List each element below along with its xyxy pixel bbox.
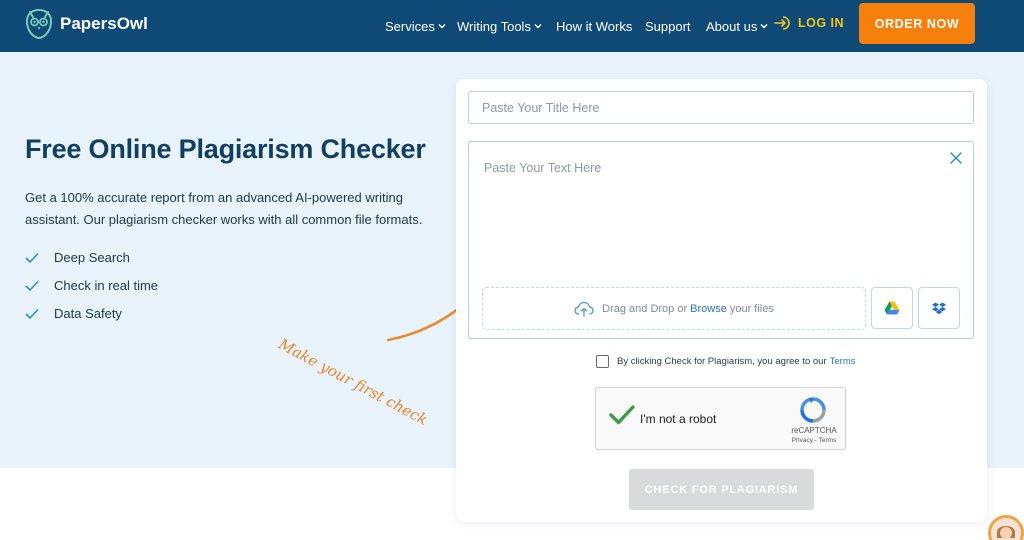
terms-link[interactable]: Terms [830, 356, 856, 367]
file-dropzone[interactable]: Drag and Drop or Browse your files [482, 287, 866, 330]
terms-checkbox[interactable] [596, 355, 609, 368]
google-drive-button[interactable] [871, 287, 913, 329]
nav-how-it-works-label: How it Works [556, 18, 633, 34]
dropbox-button[interactable] [918, 287, 960, 329]
drop-prefix: Drag and Drop or [602, 302, 688, 315]
feature-item: Deep Search [25, 250, 130, 265]
recaptcha-icon [800, 397, 826, 423]
brand-logo[interactable]: PapersOwl [24, 8, 148, 40]
nav-services[interactable]: Services [385, 0, 446, 52]
page-title: Free Online Plagiarism Checker [25, 134, 426, 164]
upload-cloud-icon [574, 301, 594, 317]
nav-writing-tools-label: Writing Tools [457, 18, 531, 34]
feature-item: Data Safety [25, 306, 122, 321]
check-icon[interactable] [609, 404, 635, 426]
support-agent-avatar-icon [991, 518, 1021, 540]
nav-about-us-label: About us [706, 18, 758, 34]
owl-logo-icon [25, 8, 53, 40]
chat-avatar[interactable] [988, 515, 1024, 540]
title-input[interactable] [468, 91, 974, 124]
nav-support[interactable]: Support [645, 0, 691, 52]
brand-name: PapersOwl [60, 14, 148, 33]
recaptcha-links[interactable]: Privacy - Terms [786, 437, 842, 444]
nav-support-label: Support [645, 18, 691, 34]
terms-text: By clicking Check for Plagiarism, you ag… [617, 356, 827, 367]
recaptcha-widget: I'm not a robot reCAPTCHA Privacy - Term… [595, 387, 846, 450]
check-plagiarism-button[interactable]: CHECK FOR PLAGIARISM [629, 469, 814, 510]
recaptcha-label: I'm not a robot [640, 412, 717, 426]
dropbox-icon [932, 302, 946, 314]
nav-writing-tools[interactable]: Writing Tools [457, 0, 542, 52]
login-link[interactable]: LOG IN [774, 0, 844, 46]
feature-label: Data Safety [54, 306, 122, 321]
feature-item: Check in real time [25, 278, 158, 293]
login-label: LOG IN [798, 16, 845, 30]
login-arrow-icon [774, 16, 790, 30]
hero-description: Get a 100% accurate report from an advan… [25, 190, 423, 227]
order-now-button[interactable]: ORDER NOW [859, 3, 975, 44]
browse-link[interactable]: Browse [690, 303, 727, 315]
nav-about-us[interactable]: About us [706, 0, 768, 52]
nav-how-it-works[interactable]: How it Works [556, 0, 632, 52]
feature-label: Deep Search [54, 250, 130, 265]
check-icon [25, 252, 39, 263]
chevron-down-icon [760, 23, 768, 29]
terms-agreement: By clicking Check for Plagiarism, you ag… [596, 355, 856, 368]
feature-label: Check in real time [54, 278, 159, 293]
check-icon [25, 308, 39, 319]
text-input[interactable] [470, 143, 930, 273]
chevron-down-icon [438, 23, 446, 29]
check-icon [25, 280, 39, 291]
close-icon[interactable] [949, 151, 963, 165]
nav-services-label: Services [385, 18, 435, 34]
recaptcha-brand: reCAPTCHA [791, 426, 837, 435]
drop-suffix: your files [729, 302, 774, 315]
site-header: PapersOwl Services Writing Tools How it … [0, 0, 1024, 52]
google-drive-icon [884, 301, 900, 315]
chevron-down-icon [534, 23, 542, 29]
